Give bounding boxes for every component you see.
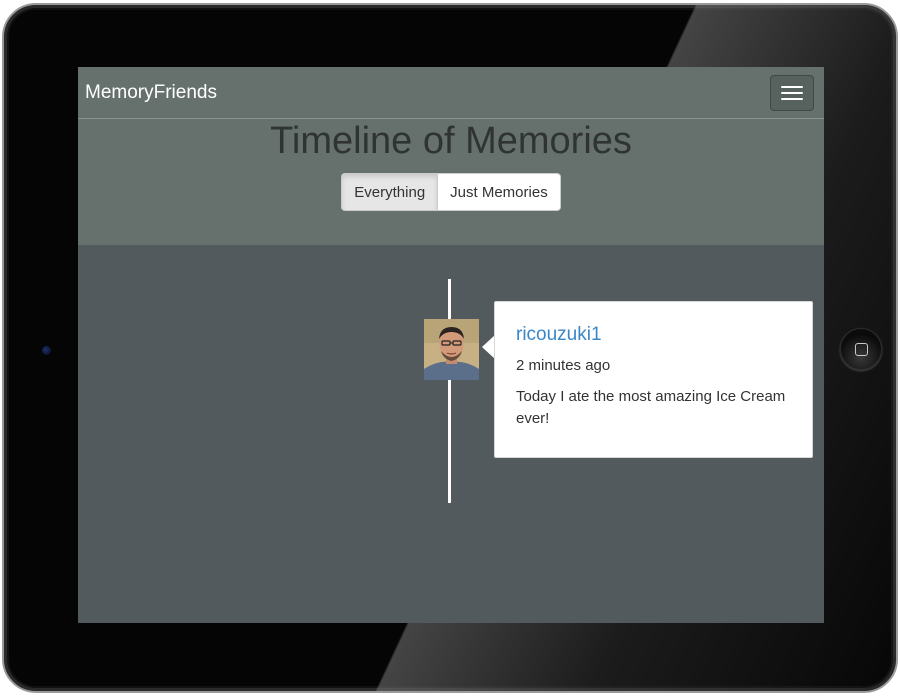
post-text: Today I ate the most amazing Ice Cream e… [516, 388, 786, 427]
hamburger-menu-icon [781, 85, 803, 88]
front-camera [42, 346, 51, 355]
post-username-link[interactable]: ricouzuki1 [516, 324, 792, 346]
avatar[interactable] [424, 319, 479, 380]
just-memories-filter-button[interactable]: Just Memories [438, 173, 561, 211]
everything-filter-button[interactable]: Everything [341, 173, 439, 211]
page-title: Timeline of Memories [270, 120, 632, 162]
navbar: MemoryFriends [78, 67, 824, 119]
page-header: Timeline of Memories Everything Just Mem… [78, 119, 824, 245]
timeline: ricouzuki1 2 minutes ago Today I ate the… [78, 245, 824, 623]
app-screen: MemoryFriends Timeline of Memories Every… [78, 67, 824, 623]
user-avatar-image [424, 319, 479, 380]
filter-button-group: Everything Just Memories [341, 173, 561, 211]
brand-link[interactable]: MemoryFriends [85, 82, 217, 104]
menu-toggle-button[interactable] [770, 74, 814, 111]
home-square-icon [855, 343, 868, 356]
hamburger-menu-icon [781, 91, 803, 94]
hamburger-menu-icon [781, 97, 803, 100]
memory-card: ricouzuki1 2 minutes ago Today I ate the… [494, 301, 813, 458]
post-timestamp: 2 minutes ago [516, 357, 611, 374]
home-button[interactable] [840, 328, 882, 370]
timeline-line [448, 279, 451, 503]
